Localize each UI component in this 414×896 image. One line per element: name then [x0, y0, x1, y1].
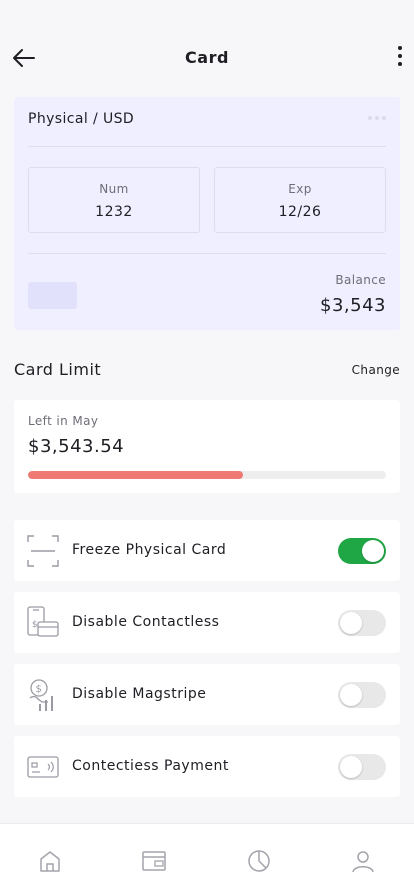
card-number-box: Num 1232 [28, 167, 200, 233]
profile-icon[interactable] [350, 848, 376, 874]
card-limit-title: Card Limit [14, 360, 102, 379]
limit-progress-fill [28, 471, 243, 479]
setting-label: Disable Magstripe [72, 686, 207, 702]
card-number-value: 1232 [95, 204, 133, 220]
limit-progress-bar [28, 471, 386, 479]
balance-value: $3,543 [320, 295, 386, 316]
page-title: Card [185, 48, 229, 67]
card-expiry-label: Exp [288, 182, 312, 196]
payment-toggle[interactable] [338, 754, 386, 780]
svg-text:$: $ [36, 684, 42, 695]
card-payment-icon [27, 756, 59, 778]
card-chip [28, 282, 77, 309]
card-limit-panel: Left in May $3,543.54 [14, 400, 400, 493]
freeze-toggle[interactable] [338, 538, 386, 564]
contactless-phone-card-icon: $ [27, 606, 59, 637]
setting-label: Disable Contactless [72, 614, 220, 630]
wallet-icon[interactable] [141, 848, 167, 874]
divider [28, 253, 386, 254]
magstripe-toggle[interactable] [338, 682, 386, 708]
contactless-toggle[interactable] [338, 610, 386, 636]
setting-label: Contectiess Payment [72, 758, 229, 774]
setting-row-contactless: $ Disable Contactless [14, 592, 400, 653]
setting-row-payment: Contectiess Payment [14, 736, 400, 797]
home-icon[interactable] [37, 848, 63, 874]
card-type-label: Physical / USD [28, 111, 135, 127]
limit-amount: $3,543.54 [28, 436, 125, 457]
card-expiry-box: Exp 12/26 [214, 167, 386, 233]
bottom-tab-bar [0, 823, 414, 896]
pie-chart-icon[interactable] [246, 848, 272, 874]
card-summary: Physical / USD Num 1232 Exp 12/26 Balanc… [14, 97, 400, 330]
setting-row-magstripe: $ Disable Magstripe [14, 664, 400, 725]
svg-text:$: $ [32, 620, 38, 630]
magstripe-hand-icon: $ [29, 679, 53, 711]
card-options-icon[interactable] [368, 116, 386, 120]
change-limit-button[interactable]: Change [352, 363, 400, 377]
limit-period-label: Left in May [28, 414, 99, 428]
header: Card [0, 36, 414, 80]
divider [28, 146, 386, 147]
setting-label: Freeze Physical Card [72, 542, 227, 558]
more-vertical-icon[interactable] [396, 46, 404, 70]
card-number-label: Num [99, 182, 129, 196]
setting-row-freeze: Freeze Physical Card [14, 520, 400, 581]
freeze-scan-icon [27, 535, 59, 567]
balance-label: Balance [335, 273, 386, 287]
card-expiry-value: 12/26 [278, 204, 322, 220]
